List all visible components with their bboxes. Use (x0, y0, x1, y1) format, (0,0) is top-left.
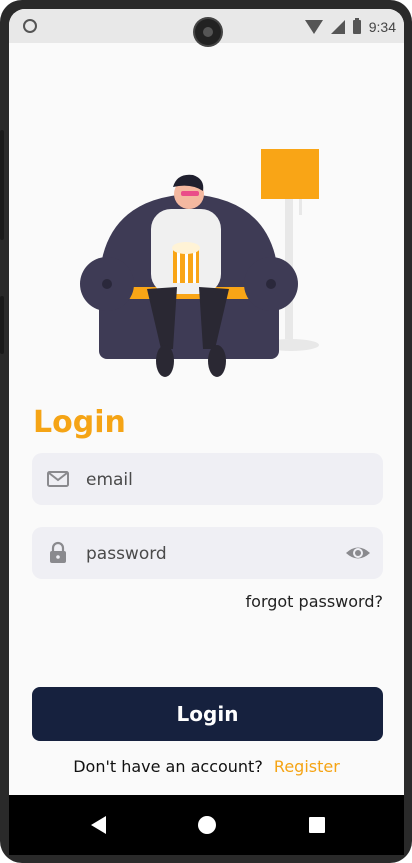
status-bar: 9:34 (9, 9, 404, 45)
volume-button (0, 130, 4, 240)
notification-icon (23, 19, 37, 33)
eye-icon[interactable] (345, 541, 371, 565)
register-link[interactable]: Register (274, 757, 340, 776)
email-input[interactable] (84, 453, 338, 507)
login-button[interactable]: Login (32, 687, 383, 741)
person-on-sofa-illustration (80, 149, 319, 377)
home-circle-icon[interactable] (198, 816, 216, 834)
status-indicators: 9:34 (304, 17, 396, 37)
forgot-password-link[interactable]: forgot password? (246, 592, 383, 611)
mail-icon (47, 471, 69, 487)
lock-icon (50, 541, 66, 563)
password-field[interactable] (32, 527, 383, 581)
power-button (0, 296, 4, 354)
front-camera (195, 19, 221, 45)
register-prompt: Don't have an account? Register (9, 757, 404, 776)
register-question: Don't have an account? (73, 757, 263, 776)
battery-icon (352, 18, 361, 34)
back-triangle-icon[interactable] (91, 816, 106, 834)
email-field[interactable] (32, 453, 383, 507)
phone-frame: 9:34 Login email forgot password? Login … (0, 0, 412, 863)
login-title: Login (33, 405, 126, 440)
system-nav-bar (9, 795, 404, 855)
app-screen: 9:34 Login email forgot password? Login … (9, 9, 404, 855)
recents-square-icon[interactable] (309, 817, 325, 833)
signal-icon (330, 20, 345, 34)
status-time: 9:34 (368, 19, 396, 35)
password-input[interactable] (84, 527, 338, 581)
wifi-icon (304, 20, 323, 34)
